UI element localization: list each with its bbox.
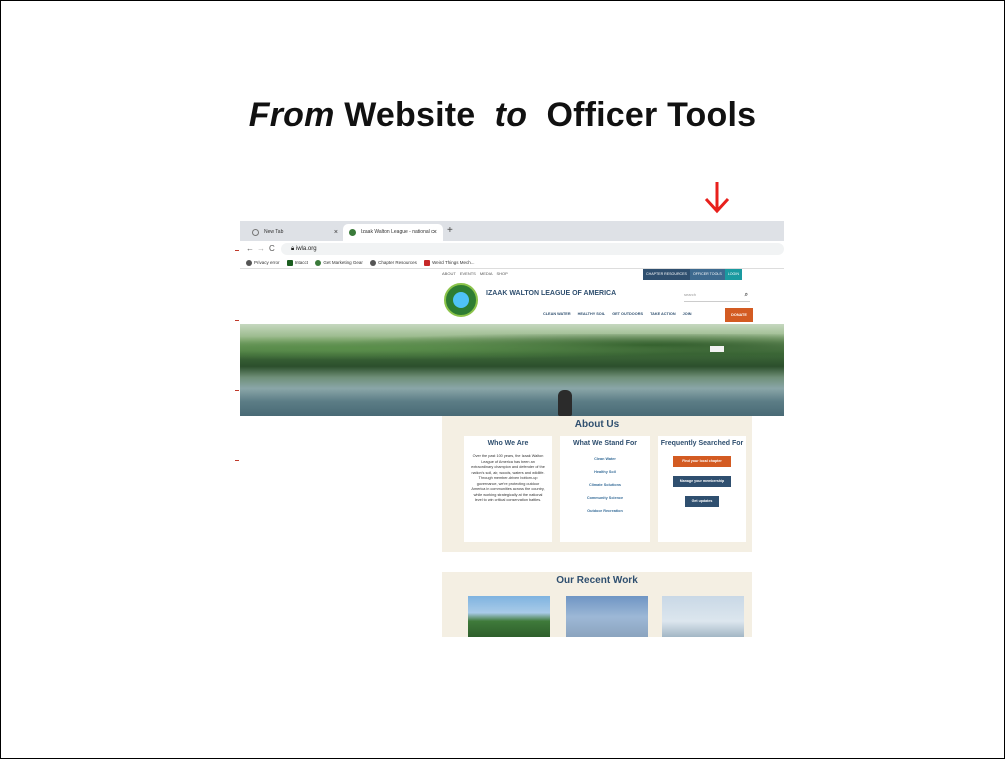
main-nav: CLEAN WATER HEALTHY SOIL GET OUTDOORS TA…: [543, 312, 698, 316]
hero-house: [710, 346, 724, 352]
who-we-are-card: Who We Are Over the past 100 years, the …: [464, 436, 552, 542]
tab-label: New Tab: [264, 229, 284, 235]
utility-links[interactable]: ABOUT EVENTS MEDIA SHOP: [442, 271, 508, 276]
hero-trees: [240, 334, 784, 362]
search-icon: [252, 229, 259, 236]
bookmark-weird-things[interactable]: Weird Things Mech...: [424, 257, 475, 268]
new-tab-button[interactable]: +: [447, 224, 453, 238]
about-heading: About Us: [574, 419, 620, 430]
manage-membership-button[interactable]: Manage your membership: [673, 476, 731, 487]
browser-screenshot: New Tab × Izaak Walton League - national…: [240, 221, 784, 637]
tab-iwla[interactable]: Izaak Walton League - national c ×: [343, 224, 443, 241]
find-chapter-button[interactable]: Find your local chapter: [673, 456, 731, 467]
intacct-icon: [286, 259, 293, 266]
bookmark-marketing-gear[interactable]: Get Marketing Gear: [315, 257, 363, 268]
lock-icon: 🔒︎: [291, 246, 295, 252]
hero-fisherman: [558, 390, 572, 416]
site-favicon-icon: [349, 229, 356, 236]
about-section: About Us Who We Are Over the past 100 ye…: [442, 416, 752, 552]
hero-image: [240, 324, 784, 416]
site-favicon-icon: [315, 259, 322, 266]
link-climate-solutions[interactable]: Climate Solutions: [560, 483, 650, 487]
link-healthy-soil[interactable]: Healthy Soil: [560, 470, 650, 474]
recent-work-section: Our Recent Work: [442, 572, 752, 637]
title-to: to: [494, 96, 528, 134]
bookmark-intacct[interactable]: Intacct: [286, 257, 308, 268]
nav-clean-water[interactable]: CLEAN WATER: [543, 312, 571, 316]
get-updates-button[interactable]: Get updates: [685, 496, 719, 507]
stand-heading: What We Stand For: [572, 440, 638, 447]
nav-healthy-soil[interactable]: HEALTHY SOIL: [578, 312, 606, 316]
iwla-logo[interactable]: [444, 283, 478, 317]
utility-buttons: CHAPTER RESOURCES OFFICER TOOLS LOGIN: [643, 269, 742, 280]
freq-heading: Frequently Searched For: [660, 440, 744, 447]
tab-label: Izaak Walton League - national c: [361, 229, 434, 235]
bookmarks-bar: Privacy error Intacct Get Marketing Gear…: [240, 257, 784, 269]
search-icon[interactable]: ⌕: [745, 289, 748, 301]
reload-icon[interactable]: C: [269, 243, 275, 255]
link-community-science[interactable]: Community Science: [560, 496, 650, 500]
search-placeholder: search: [684, 292, 697, 297]
what-we-stand-for-card: What We Stand For Clean Water Healthy So…: [560, 436, 650, 542]
nav-take-action[interactable]: TAKE ACTION: [650, 312, 676, 316]
org-name[interactable]: IZAAK WALTON LEAGUE OF AMERICA: [486, 290, 616, 297]
browser-toolbar: ← → C 🔒︎ iwla.org: [240, 241, 784, 257]
url-text: iwla.org: [295, 246, 317, 252]
link-clean-water[interactable]: Clean Water: [560, 457, 650, 461]
globe-icon: [370, 259, 377, 266]
clipped-background-marks: [232, 240, 240, 540]
title-from: From: [248, 96, 335, 134]
who-text: Over the past 100 years, the Izaak Walto…: [471, 454, 545, 502]
recent-work-image[interactable]: [662, 596, 744, 637]
globe-icon: [246, 259, 252, 266]
site-search[interactable]: search ⌕: [684, 289, 750, 302]
frequently-searched-card: Frequently Searched For Find your local …: [658, 436, 746, 542]
recent-work-image[interactable]: [468, 596, 550, 637]
title-website: Website: [344, 96, 476, 134]
link-outdoor-recreation[interactable]: Outdoor Recreation: [560, 509, 650, 513]
who-heading: Who We Are: [487, 440, 529, 447]
slide-title: From Website to Officer Tools: [0, 96, 1005, 135]
bookmark-chapter-resources[interactable]: Chapter Resources: [370, 257, 417, 268]
recent-heading: Our Recent Work: [556, 575, 638, 586]
donate-button[interactable]: DONATE: [725, 308, 753, 322]
address-bar[interactable]: 🔒︎ iwla.org: [281, 243, 784, 255]
back-icon[interactable]: ←: [246, 243, 254, 255]
bookmark-red-icon: [424, 259, 431, 266]
chapter-resources-button[interactable]: CHAPTER RESOURCES: [643, 269, 690, 280]
nav-join[interactable]: JOIN: [683, 312, 692, 316]
close-icon[interactable]: ×: [334, 224, 338, 241]
forward-icon[interactable]: →: [257, 243, 265, 255]
title-officer-tools: Officer Tools: [546, 96, 757, 134]
tab-bar: New Tab × Izaak Walton League - national…: [240, 221, 784, 241]
website-content: ABOUT EVENTS MEDIA SHOP CHAPTER RESOURCE…: [240, 269, 784, 637]
bookmark-privacy-error[interactable]: Privacy error: [246, 257, 280, 268]
tab-new-tab[interactable]: New Tab ×: [246, 224, 344, 241]
close-icon[interactable]: ×: [433, 224, 437, 241]
nav-get-outdoors[interactable]: GET OUTDOORS: [612, 312, 643, 316]
arrow-down-icon: [704, 182, 730, 214]
officer-tools-button[interactable]: OFFICER TOOLS: [689, 269, 725, 280]
recent-work-image[interactable]: [566, 596, 648, 637]
login-button[interactable]: LOGIN: [724, 269, 742, 280]
